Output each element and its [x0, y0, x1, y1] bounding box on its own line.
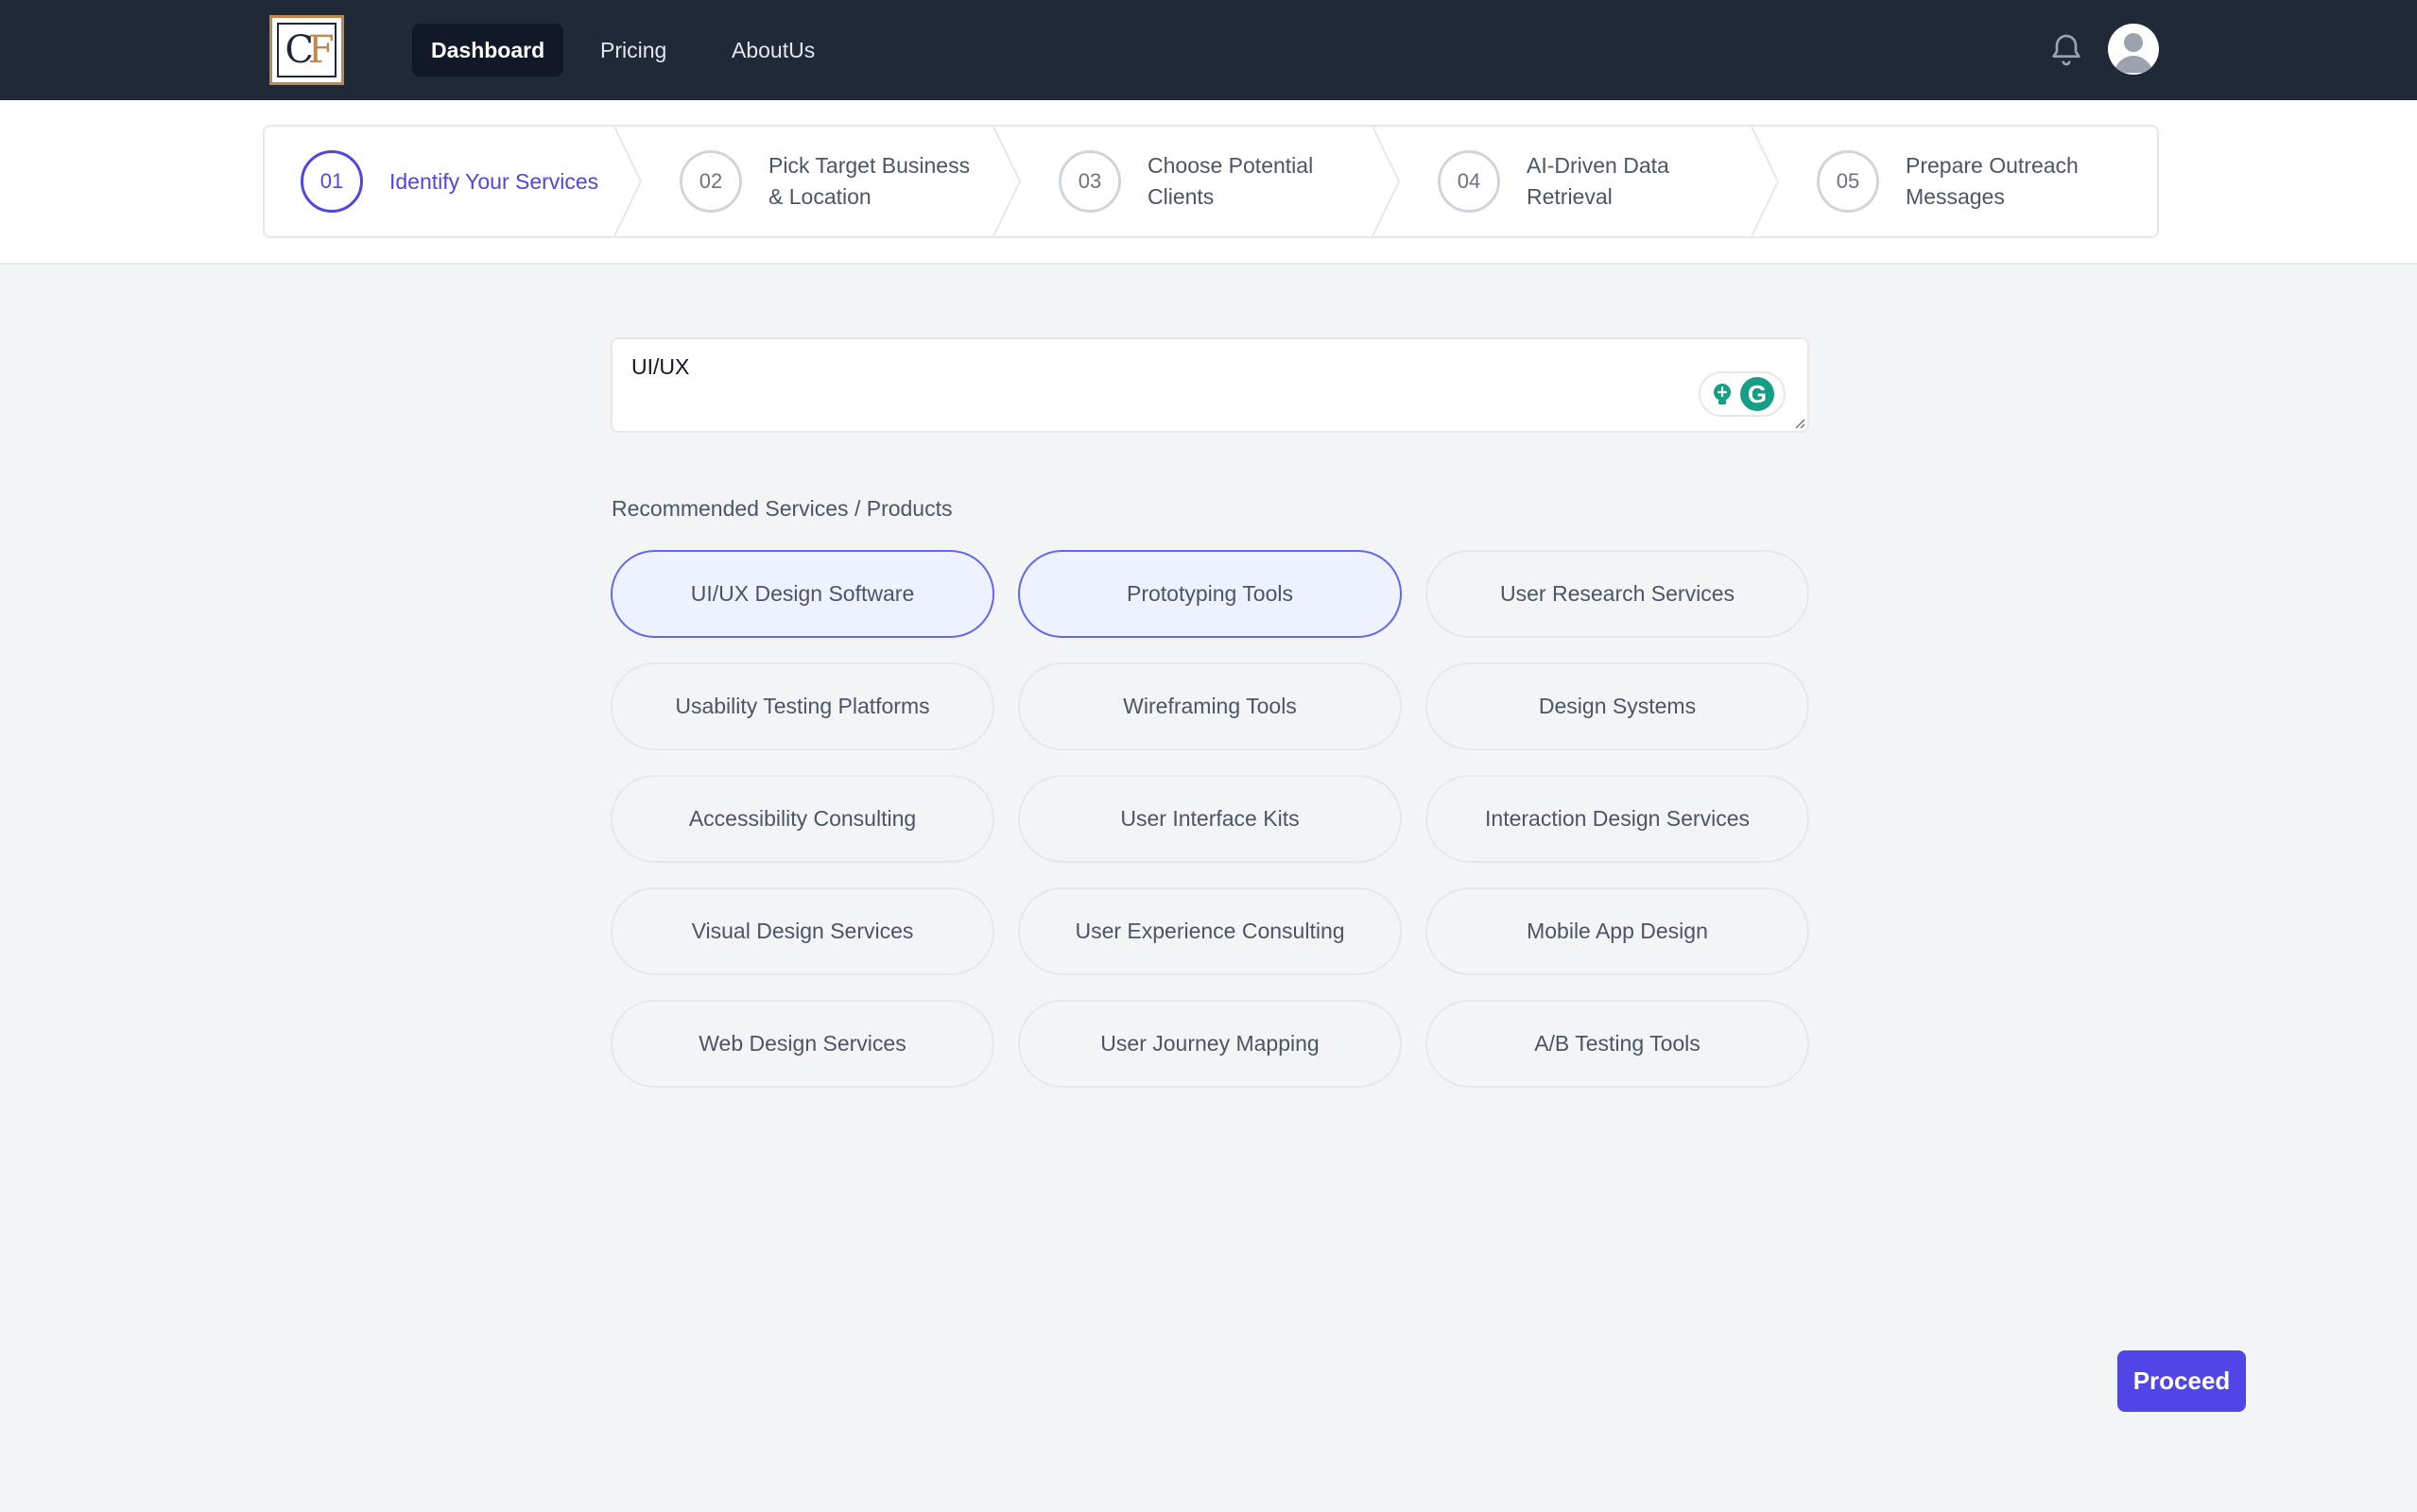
progress-stepper: 01 Identify Your Services 02 Pick Target… — [263, 125, 2159, 238]
step-number: 04 — [1438, 150, 1500, 213]
service-chip-user-interface-kits[interactable]: User Interface Kits — [1018, 775, 1402, 863]
logo-letter-f: F — [307, 28, 335, 72]
step-number: 05 — [1817, 150, 1879, 213]
step-label: AI-Driven Data Retrieval — [1527, 153, 1669, 209]
step-3[interactable]: 03 Choose Potential Clients — [1059, 127, 1365, 236]
step-number: 01 — [301, 150, 363, 213]
step-label: Choose Potential Clients — [1148, 153, 1314, 209]
nav-pricing[interactable]: Pricing — [581, 24, 685, 77]
step-number: 02 — [680, 150, 742, 213]
step-divider — [613, 127, 643, 236]
step-label: Prepare Outreach Messages — [1906, 153, 2079, 209]
service-chip-interaction-design-services[interactable]: Interaction Design Services — [1425, 775, 1809, 863]
service-chip-ui-ux-design-software[interactable]: UI/UX Design Software — [611, 550, 994, 638]
logo-letter-c: C — [285, 28, 314, 72]
step-1[interactable]: 01 Identify Your Services — [301, 127, 635, 236]
step-divider — [1751, 127, 1780, 236]
grammarly-icon[interactable]: G — [1740, 377, 1774, 411]
lightbulb-icon[interactable] — [1710, 382, 1735, 406]
service-chip-mobile-app-design[interactable]: Mobile App Design — [1425, 887, 1809, 975]
service-chip-user-journey-mapping[interactable]: User Journey Mapping — [1018, 1000, 1402, 1088]
logo-mark: CF — [277, 23, 337, 77]
recommended-services-grid: UI/UX Design Software Prototyping Tools … — [611, 550, 1809, 1088]
nav-dashboard[interactable]: Dashboard — [412, 24, 564, 77]
step-2[interactable]: 02 Pick Target Business & Location — [680, 127, 986, 236]
bell-icon[interactable] — [2047, 31, 2085, 69]
nav-aboutus[interactable]: AboutUs — [713, 24, 834, 77]
services-textarea-value: UI/UX — [631, 354, 690, 379]
step-label: Identify Your Services — [389, 168, 599, 194]
service-chip-usability-testing-platforms[interactable]: Usability Testing Platforms — [611, 662, 994, 750]
service-chip-prototyping-tools[interactable]: Prototyping Tools — [1018, 550, 1402, 638]
service-chip-design-systems[interactable]: Design Systems — [1425, 662, 1809, 750]
step-divider — [1372, 127, 1401, 236]
proceed-button[interactable]: Proceed — [2117, 1350, 2246, 1412]
service-chip-web-design-services[interactable]: Web Design Services — [611, 1000, 994, 1088]
recommended-heading: Recommended Services / Products — [612, 496, 953, 521]
service-chip-accessibility-consulting[interactable]: Accessibility Consulting — [611, 775, 994, 863]
service-chip-user-research-services[interactable]: User Research Services — [1425, 550, 1809, 638]
step-number: 03 — [1059, 150, 1121, 213]
step-label: Pick Target Business & Location — [768, 153, 971, 209]
step-5[interactable]: 05 Prepare Outreach Messages — [1817, 127, 2123, 236]
services-textarea[interactable]: UI/UX — [611, 337, 1809, 433]
brand-logo[interactable]: CF — [269, 15, 344, 85]
resize-handle-icon[interactable] — [1792, 416, 1805, 429]
service-chip-ab-testing-tools[interactable]: A/B Testing Tools — [1425, 1000, 1809, 1088]
user-avatar-icon[interactable] — [2108, 24, 2159, 75]
service-chip-wireframing-tools[interactable]: Wireframing Tools — [1018, 662, 1402, 750]
service-chip-user-experience-consulting[interactable]: User Experience Consulting — [1018, 887, 1402, 975]
top-navbar: CF Dashboard Pricing AboutUs — [0, 0, 2417, 100]
step-divider — [993, 127, 1022, 236]
grammarly-widget[interactable]: G — [1699, 371, 1786, 417]
service-chip-visual-design-services[interactable]: Visual Design Services — [611, 887, 994, 975]
stepper-band: 01 Identify Your Services 02 Pick Target… — [0, 100, 2417, 265]
step-4[interactable]: 04 AI-Driven Data Retrieval — [1438, 127, 1744, 236]
